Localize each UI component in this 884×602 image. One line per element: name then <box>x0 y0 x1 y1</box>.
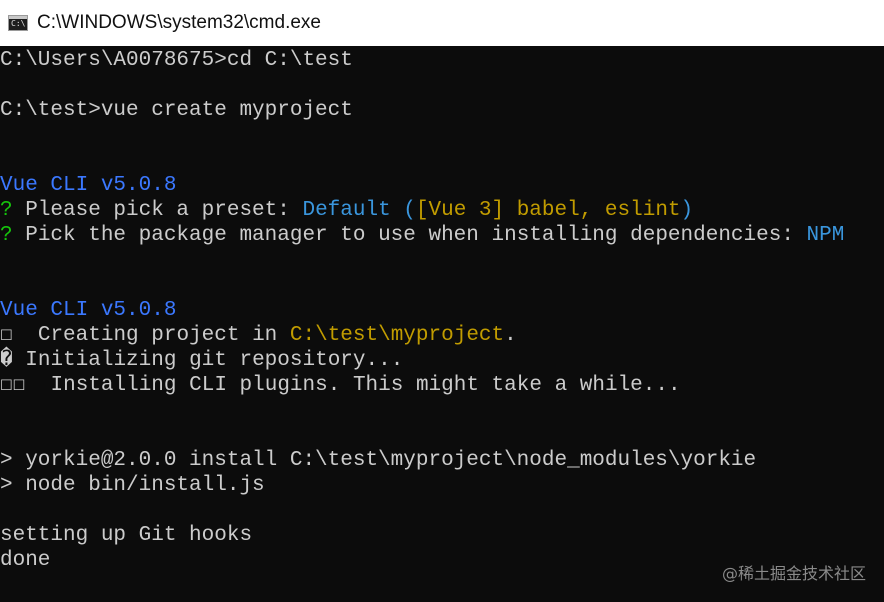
creating-project-text: ☐ Creating project in <box>0 324 290 347</box>
cmd-window: C:\ C:\WINDOWS\system32\cmd.exe C:\Users… <box>0 0 884 602</box>
question-mark: ? <box>0 199 13 222</box>
console-output[interactable]: C:\Users\A0078675>cd C:\test C:\test>vue… <box>0 46 884 602</box>
console-line: � Initializing git repository... <box>0 348 403 373</box>
project-path: C:\test\myproject <box>289 324 505 347</box>
console-line: ? Please pick a preset: Default ([Vue 3]… <box>0 198 693 223</box>
console-line: > node bin/install.js <box>0 473 265 498</box>
package-manager-prompt: Pick the package manager to use when ins… <box>12 224 807 247</box>
console-line: Vue CLI v5.0.8 <box>0 173 176 198</box>
done-text: done <box>0 549 51 572</box>
console-line: C:\Users\A0078675>cd C:\test <box>0 48 353 73</box>
console-line: setting up Git hooks <box>0 523 252 548</box>
console-line: C:\test>vue create myproject <box>0 98 353 123</box>
console-line: > yorkie@2.0.0 install C:\test\myproject… <box>0 448 756 473</box>
package-manager-answer: NPM <box>806 224 845 247</box>
preset-answer-features: [Vue 3] babel, eslint <box>415 199 681 222</box>
node-install-text: > node bin/install.js <box>0 474 265 497</box>
console-line: done <box>0 548 50 573</box>
icon-label: C:\ <box>11 19 26 28</box>
question-mark: ? <box>0 224 13 247</box>
initializing-git-text: � Initializing git repository... <box>0 349 404 372</box>
console-line: ? Pick the package manager to use when i… <box>0 223 844 248</box>
command-vue-create: C:\test>vue create myproject <box>0 99 353 122</box>
vue-cli-version-2: Vue CLI v5.0.8 <box>0 299 177 322</box>
watermark: @稀土掘金技术社区 <box>721 564 866 583</box>
creating-project-suffix: . <box>504 324 517 347</box>
window-title: C:\WINDOWS\system32\cmd.exe <box>37 12 321 33</box>
installing-plugins-text: ☐☐ Installing CLI plugins. This might ta… <box>0 374 681 397</box>
cmd-console-icon[interactable]: C:\ <box>8 15 28 31</box>
console-line: ☐ Creating project in C:\test\myproject. <box>0 323 517 348</box>
git-hooks-text: setting up Git hooks <box>0 524 253 547</box>
console-line: ☐☐ Installing CLI plugins. This might ta… <box>0 373 681 398</box>
vue-cli-version-1: Vue CLI v5.0.8 <box>0 174 177 197</box>
console-line: Vue CLI v5.0.8 <box>0 298 176 323</box>
command-cd: C:\Users\A0078675>cd C:\test <box>0 49 353 72</box>
preset-answer-close: ) <box>680 199 694 222</box>
preset-answer-default: Default ( <box>302 199 416 222</box>
yorkie-install-text: > yorkie@2.0.0 install C:\test\myproject… <box>0 449 757 472</box>
preset-prompt: Please pick a preset: <box>12 199 303 222</box>
title-bar[interactable]: C:\ C:\WINDOWS\system32\cmd.exe <box>0 0 884 46</box>
